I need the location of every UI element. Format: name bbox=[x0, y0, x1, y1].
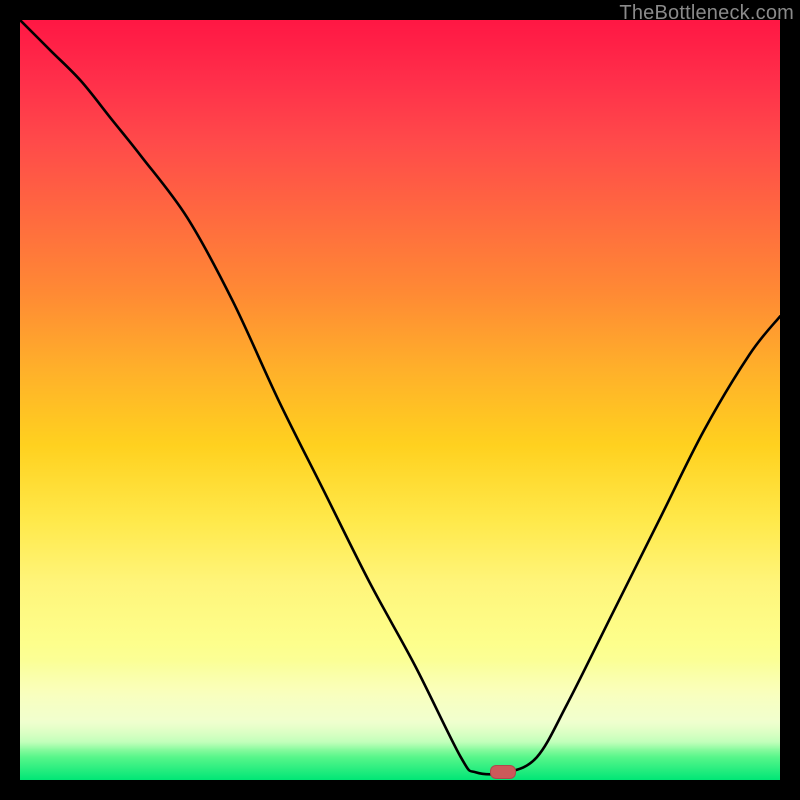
chart-frame: TheBottleneck.com bbox=[0, 0, 800, 800]
pale-band bbox=[20, 660, 780, 750]
bottleneck-curve bbox=[20, 20, 780, 780]
minimum-marker bbox=[490, 765, 516, 779]
plot-area bbox=[20, 20, 780, 780]
